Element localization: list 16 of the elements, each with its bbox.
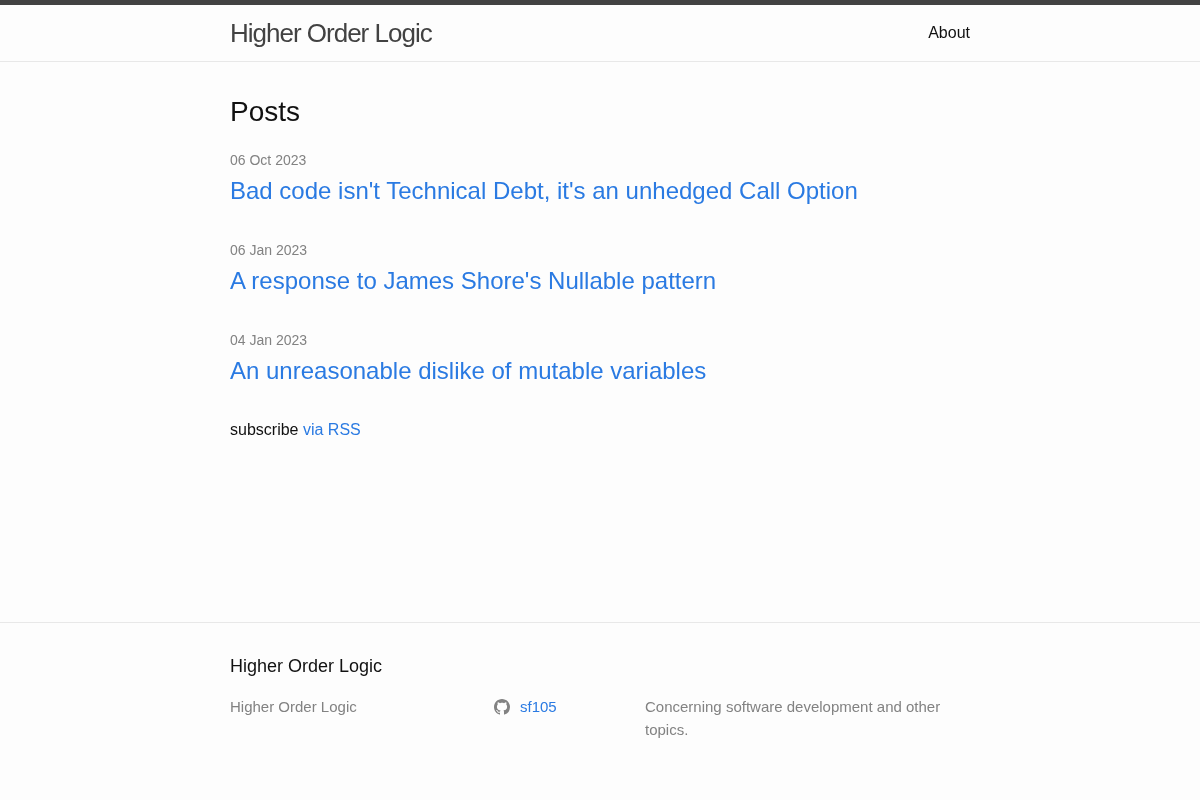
github-icon[interactable] xyxy=(494,698,510,715)
post-title-link[interactable]: An unreasonable dislike of mutable variables xyxy=(230,355,707,387)
subscribe-label: subscribe xyxy=(230,421,299,438)
rss-link[interactable]: via RSS xyxy=(302,421,361,438)
footer-heading: Higher Order Logic xyxy=(230,655,383,678)
post-date: 06 Jan 2023 xyxy=(230,241,308,260)
site-description: Concerning software development and other topics. xyxy=(645,697,942,740)
post-title-link[interactable]: Bad code isn't Technical Debt, it's an unhedged Call Option xyxy=(230,175,858,207)
github-username-link[interactable]: sf105 xyxy=(520,695,557,718)
page-heading: Posts xyxy=(230,95,301,129)
footer-site-name: Higher Order Logic xyxy=(230,698,357,715)
site-title[interactable]: Higher Order Logic xyxy=(230,5,432,61)
nav-link[interactable]: About xyxy=(928,21,970,45)
post-title-link[interactable]: A response to James Shore's Nullable pattern xyxy=(230,265,717,297)
post-date: 04 Jan 2023 xyxy=(230,331,308,350)
post-date: 06 Oct 2023 xyxy=(230,151,307,170)
